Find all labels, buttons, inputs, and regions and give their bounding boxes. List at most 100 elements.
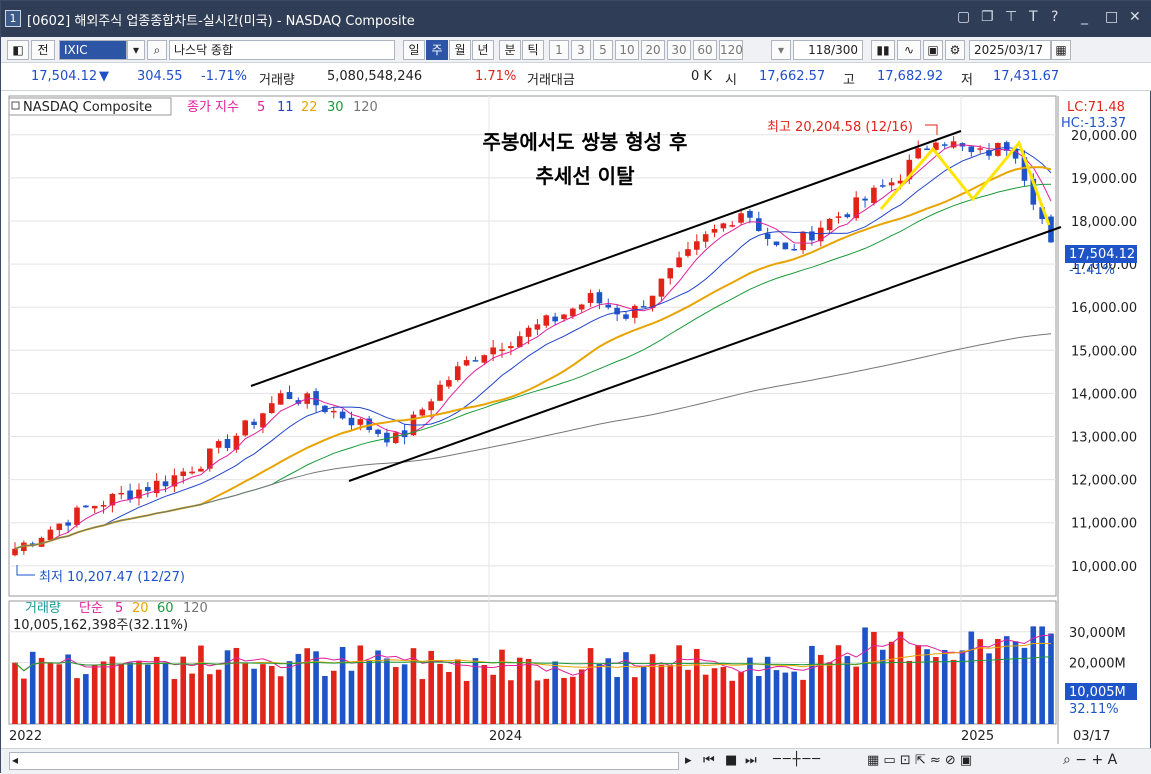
period-minute[interactable]: 분 bbox=[499, 40, 521, 60]
volume-bar bbox=[100, 661, 107, 724]
chart-window: 1 [0602] 해외주식 업종종합차트-실시간(미국) - NASDAQ Co… bbox=[0, 0, 1151, 774]
period-day[interactable]: 일 bbox=[403, 40, 425, 60]
maximize-icon[interactable]: □ bbox=[1105, 9, 1118, 25]
tool-icons[interactable]: ▦ ▭ ⊡ ⇱ ≈ ⊘ ▣ bbox=[867, 753, 972, 768]
volume-legend-label: 거래량 bbox=[25, 601, 61, 616]
minimize-icon[interactable]: _ bbox=[1081, 9, 1088, 25]
layout-icon[interactable]: ◧ bbox=[7, 40, 29, 60]
zoom-tools[interactable]: ⌕ − + A bbox=[1063, 752, 1117, 768]
font-icon[interactable]: T bbox=[1029, 9, 1038, 25]
candle-body bbox=[12, 548, 18, 556]
candle-body bbox=[428, 401, 434, 411]
period-month[interactable]: 월 bbox=[449, 40, 471, 60]
volume-bar bbox=[587, 648, 594, 724]
volume-bar bbox=[906, 660, 913, 724]
y-tick-label: 16,000.00 bbox=[1071, 301, 1137, 316]
interval-3[interactable]: 3 bbox=[571, 40, 591, 60]
legend-ma-5: 5 bbox=[257, 100, 265, 115]
candle-body bbox=[561, 314, 567, 320]
candle-body bbox=[100, 505, 107, 507]
settings-gear-icon[interactable]: ⚙ bbox=[945, 40, 965, 60]
interval-20[interactable]: 20 bbox=[641, 40, 665, 60]
candle-body bbox=[233, 435, 240, 450]
stop-icon[interactable]: ■ bbox=[725, 753, 737, 768]
volume-bar bbox=[995, 638, 1001, 724]
volume-bar bbox=[667, 665, 674, 724]
volume-bar bbox=[401, 664, 408, 724]
candle-body bbox=[702, 234, 709, 242]
volume-summary: 10,005,162,398주(32.11%) bbox=[13, 618, 188, 633]
volume-bar bbox=[791, 671, 798, 724]
candle-body bbox=[127, 490, 133, 500]
candle-body bbox=[552, 316, 558, 322]
interval-120[interactable]: 120 bbox=[719, 40, 743, 60]
symbol-dropdown-icon[interactable]: ▾ bbox=[127, 40, 145, 60]
candle-body bbox=[437, 384, 443, 401]
candle-body bbox=[826, 218, 833, 231]
comment-line-1: 주봉에서도 쌍봉 형성 후 bbox=[483, 130, 688, 154]
period-tick[interactable]: 틱 bbox=[522, 40, 544, 60]
volume-bar bbox=[348, 670, 355, 724]
interval-5[interactable]: 5 bbox=[593, 40, 613, 60]
candle-body bbox=[145, 487, 151, 491]
copy-window-icon[interactable]: ❐ bbox=[981, 9, 994, 25]
volume-ratio: 1.71% bbox=[475, 69, 517, 84]
candle-body bbox=[968, 146, 975, 153]
candle-body bbox=[47, 529, 54, 540]
calendar-icon[interactable]: ▦ bbox=[1051, 40, 1071, 60]
candle-body bbox=[782, 242, 789, 250]
window-number[interactable]: 1 bbox=[5, 10, 21, 27]
price-axis: 10,000.00 11,000.00 12,000.00 13,000.00 14,0… bbox=[1069, 129, 1137, 672]
line-type-icon[interactable]: ∿ bbox=[897, 40, 921, 60]
search-icon[interactable]: ⌕ bbox=[147, 40, 167, 60]
symbol-name-field: 나스닥 종합 bbox=[169, 40, 395, 60]
candle-body bbox=[915, 148, 921, 159]
interval-dropdown-icon[interactable]: ▾ bbox=[771, 40, 791, 60]
volume-bar bbox=[136, 660, 142, 724]
close-icon[interactable]: ✕ bbox=[1129, 9, 1141, 25]
volume-bar bbox=[83, 674, 89, 724]
volume-bar bbox=[809, 645, 815, 724]
candle-body bbox=[844, 214, 851, 218]
volume-bar bbox=[392, 667, 399, 724]
prev-button[interactable]: 전 bbox=[31, 40, 55, 60]
restore-layout-icon[interactable]: ▢ bbox=[957, 9, 970, 25]
count-field[interactable]: 118/300 bbox=[793, 40, 863, 60]
scroll-right-icon[interactable]: ▸ bbox=[685, 753, 692, 768]
candle-body bbox=[570, 308, 576, 317]
volume-bar bbox=[826, 662, 833, 724]
zoom-slider[interactable]: ──┼── bbox=[773, 752, 822, 767]
candle-body bbox=[632, 305, 638, 318]
volume-bar bbox=[596, 663, 603, 724]
rewind-icon[interactable]: ⏮ bbox=[703, 753, 715, 768]
last-price-label: 17,504.12 bbox=[1069, 247, 1135, 262]
interval-1[interactable]: 1 bbox=[549, 40, 569, 60]
candle-body bbox=[268, 403, 275, 414]
volume-bar bbox=[570, 676, 576, 724]
period-week[interactable]: 주 bbox=[426, 40, 448, 60]
scroll-left-icon[interactable]: ◂ bbox=[12, 753, 18, 767]
pin-icon[interactable]: ⊤ bbox=[1005, 9, 1017, 25]
forward-icon[interactable]: ⏭ bbox=[745, 753, 757, 768]
interval-60[interactable]: 60 bbox=[693, 40, 717, 60]
last-pct-label: -1.41% bbox=[1069, 263, 1115, 278]
volume-tick-label: 30,000M bbox=[1069, 626, 1126, 641]
interval-30[interactable]: 30 bbox=[667, 40, 691, 60]
volume-bar bbox=[215, 669, 222, 724]
volume-label: 거래량 bbox=[259, 73, 295, 88]
horizontal-scrollbar[interactable]: ◂ bbox=[9, 752, 679, 770]
help-icon[interactable]: ? bbox=[1051, 9, 1058, 25]
high-label: 고 bbox=[843, 73, 855, 88]
interval-10[interactable]: 10 bbox=[615, 40, 639, 60]
save-icon[interactable]: ▣ bbox=[923, 40, 943, 60]
period-year[interactable]: 년 bbox=[472, 40, 494, 60]
candle-type-icon[interactable]: ▮▮ bbox=[871, 40, 895, 60]
turnover-label: 거래대금 bbox=[527, 73, 575, 88]
date-field[interactable]: 2025/03/17 bbox=[969, 40, 1051, 60]
price-chart[interactable]: 10,000.00 11,000.00 12,000.00 13,000.00 14,0… bbox=[1, 91, 1151, 774]
volume-bar bbox=[56, 664, 63, 724]
y-tick-label: 19,000.00 bbox=[1071, 172, 1137, 187]
symbol-input[interactable]: IXIC bbox=[59, 40, 127, 60]
volume-ma-120: 120 bbox=[183, 601, 208, 616]
scroll-bar-area[interactable]: ◂ ▸ ⏮ ■ ⏭ ──┼── ▦ ▭ ⊡ ⇱ ≈ ⊘ ▣ ⌕ − + A bbox=[1, 748, 1151, 774]
